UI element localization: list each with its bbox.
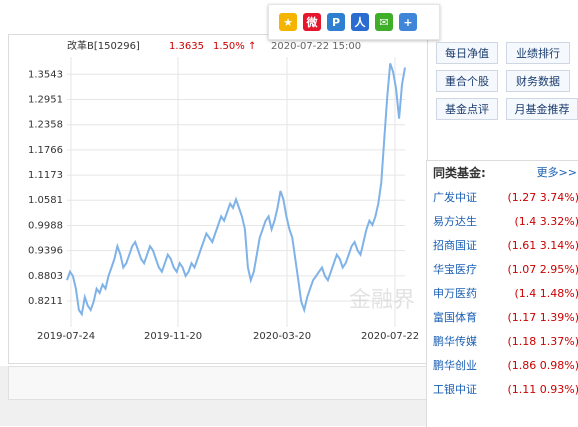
peer-fund-row[interactable]: 易方达生 (1.4 3.32%) [433,209,578,233]
peer-fund-value: (1.11 0.93%) [507,382,578,396]
peer-fund-value: (1.17 1.39%) [507,310,578,324]
financial-data-button[interactable]: 财务数据 [506,70,570,92]
monthly-recommend-button[interactable]: 月基金推荐 [506,98,578,120]
peer-fund-row[interactable]: 广发中证 (1.27 3.74%) [433,185,578,209]
y-tick-label: 1.0581 [28,195,63,206]
peer-fund-row[interactable]: 工银中证 (1.11 0.93%) [433,377,578,401]
x-tick-label: 2019-07-24 [37,331,95,342]
nav-line-chart: 改革B[150296] 1.3635 1.50% ↑ 2020-07-22 15… [28,39,419,342]
weibo-share-icon[interactable]: 微 [303,13,321,31]
peer-funds-more-link[interactable]: 更多>> [537,164,578,180]
wechat-share-icon[interactable]: ✉ [375,13,393,31]
x-tick-label: 2020-03-20 [253,331,311,342]
peer-funds-title: 同类基金: [433,165,486,180]
peer-fund-value: (1.07 2.95%) [507,262,578,276]
peer-fund-name[interactable]: 工银中证 [433,381,477,397]
peer-fund-value: (1.27 3.74%) [507,190,578,204]
y-tick-label: 0.9396 [28,246,63,257]
peer-fund-row[interactable]: 招商国证 (1.61 3.14%) [433,233,578,257]
x-tick-label: 2020-07-22 [361,331,419,342]
footer-band-inner [8,366,428,400]
y-tick-label: 1.2951 [28,94,63,105]
peer-fund-name[interactable]: 华宝医疗 [433,261,477,277]
peer-fund-value: (1.18 1.37%) [507,334,578,348]
y-axis-ticks: 1.3543 1.2951 1.2358 1.1766 1.1173 1.0581 0.99… [28,69,63,307]
peer-funds-panel: 同类基金: 更多>> 广发中证 (1.27 3.74%) 易方达生 (1.4 3.32… [426,160,578,427]
peer-fund-name[interactable]: 鹏华传媒 [433,333,477,349]
watermark-logo: 金融界 [349,288,415,313]
peer-fund-name[interactable]: 申万医药 [433,285,477,301]
nav-series-line [66,63,406,317]
peer-fund-row[interactable]: 鹏华创业 (1.86 0.98%) [433,353,578,377]
performance-ranking-button[interactable]: 业绩排行 [506,42,570,64]
peer-fund-value: (1.86 0.98%) [507,358,578,372]
peer-fund-row[interactable]: 华宝医疗 (1.07 2.95%) [433,257,578,281]
peer-fund-row[interactable]: 申万医药 (1.4 1.48%) [433,281,578,305]
peer-fund-name[interactable]: 富国体育 [433,309,477,325]
nav-series [66,63,406,317]
chart-grid [67,57,405,327]
peer-fund-value: (1.61 3.14%) [507,238,578,252]
peer-fund-name[interactable]: 鹏华创业 [433,357,477,373]
peer-fund-value: (1.4 3.32%) [514,214,578,228]
right-panel: 每日净值 业绩排行 重合个股 财务数据 基金点评 月基金推荐 同类基金: 更多>… [426,34,578,427]
more-share-icon[interactable]: + [399,13,417,31]
fund-name-label: 改革B[150296] [67,39,140,52]
y-tick-label: 1.1173 [28,170,63,181]
x-axis-ticks: 2019-07-24 2019-11-20 2020-03-20 2020-07-22 [37,331,419,342]
peer-fund-value: (1.4 1.48%) [514,286,578,300]
qzone-share-icon[interactable]: ★ [279,13,297,31]
fund-price-label: 1.3635 [169,41,204,52]
peer-fund-row[interactable]: 鹏华传媒 (1.18 1.37%) [433,329,578,353]
peer-fund-name[interactable]: 易方达生 [433,213,477,229]
daily-nav-button[interactable]: 每日净值 [436,42,498,64]
fund-change-label: 1.50% ↑ [213,41,256,52]
fund-review-button[interactable]: 基金点评 [436,98,498,120]
renren-share-icon[interactable]: 人 [351,13,369,31]
peer-funds-header: 同类基金: 更多>> [433,161,578,183]
y-tick-label: 0.8211 [28,296,63,307]
x-tick-label: 2019-11-20 [144,331,202,342]
pengyou-share-icon[interactable]: P [327,13,345,31]
overlap-holdings-button[interactable]: 重合个股 [436,70,498,92]
fund-timestamp-label: 2020-07-22 15:00 [271,41,361,52]
y-tick-label: 1.1766 [28,145,63,156]
peer-fund-name[interactable]: 招商国证 [433,237,477,253]
peer-fund-row[interactable]: 富国体育 (1.17 1.39%) [433,305,578,329]
nav-chart-panel: 改革B[150296] 1.3635 1.50% ↑ 2020-07-22 15… [8,34,428,364]
y-tick-label: 1.2358 [28,120,63,131]
y-tick-label: 0.8803 [28,271,63,282]
peer-fund-name[interactable]: 广发中证 [433,189,477,205]
y-tick-label: 0.9988 [28,220,63,231]
share-toolbar: ★ 微 P 人 ✉ + [268,4,440,40]
y-tick-label: 1.3543 [28,69,63,80]
